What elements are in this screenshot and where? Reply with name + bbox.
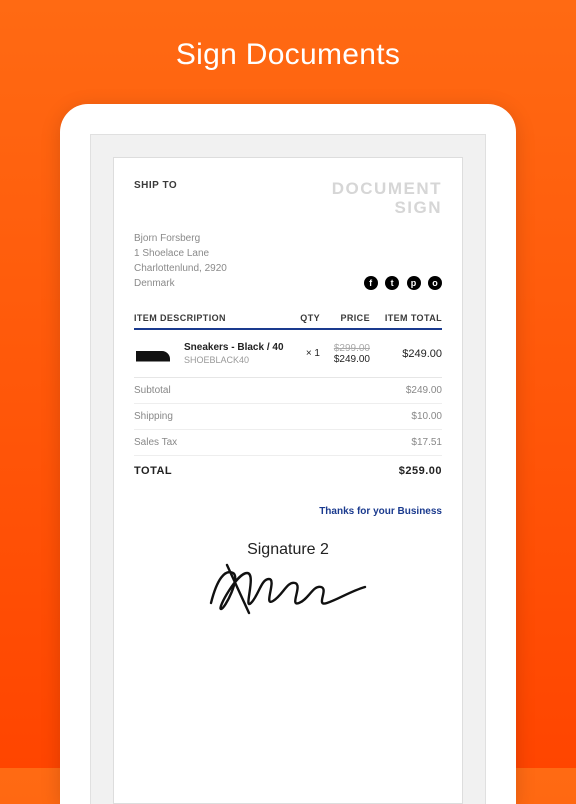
signature-image <box>203 563 373 617</box>
address-line2: Charlottenlund, 2920 <box>134 261 227 276</box>
address-name: Bjorn Forsberg <box>134 231 227 246</box>
header-description: ITEM DESCRIPTION <box>134 313 284 323</box>
social-icons: f t p o <box>361 273 442 291</box>
shipping-address: Bjorn Forsberg 1 Shoelace Lane Charlotte… <box>134 231 227 291</box>
document-sign-watermark: DOCUMENT SIGN <box>332 180 442 217</box>
watermark-line1: DOCUMENT <box>332 180 442 199</box>
facebook-icon[interactable]: f <box>364 276 378 290</box>
subtotal-row: Subtotal $249.00 <box>134 378 442 404</box>
product-thumbnail <box>134 343 174 365</box>
tablet-screen: SHIP TO DOCUMENT SIGN Bjorn Forsberg 1 S… <box>90 134 486 804</box>
header-item-total: ITEM TOTAL <box>370 313 442 323</box>
item-line-total: $249.00 <box>370 348 442 360</box>
price-current: $249.00 <box>320 354 370 365</box>
address-country: Denmark <box>134 276 227 291</box>
invoice-document: SHIP TO DOCUMENT SIGN Bjorn Forsberg 1 S… <box>113 157 463 804</box>
item-title: Sneakers - Black / 40 <box>184 342 284 353</box>
instagram-icon[interactable]: o <box>428 276 442 290</box>
shipping-value: $10.00 <box>411 411 442 422</box>
tablet-frame: SHIP TO DOCUMENT SIGN Bjorn Forsberg 1 S… <box>60 104 516 804</box>
address-line1: 1 Shoelace Lane <box>134 246 227 261</box>
header-qty: QTY <box>284 313 320 323</box>
subtotal-value: $249.00 <box>406 385 442 396</box>
total-value: $259.00 <box>399 465 442 477</box>
item-qty: × 1 <box>284 348 320 359</box>
tax-label: Sales Tax <box>134 437 177 448</box>
tax-value: $17.51 <box>411 437 442 448</box>
shoe-icon <box>136 351 170 365</box>
subtotal-label: Subtotal <box>134 385 171 396</box>
thanks-message: Thanks for your Business <box>134 506 442 517</box>
line-item-row: Sneakers - Black / 40 SHOEBLACK40 × 1 $2… <box>134 330 442 378</box>
signature-label: Signature 2 <box>134 541 442 559</box>
items-table-header: ITEM DESCRIPTION QTY PRICE ITEM TOTAL <box>134 313 442 330</box>
twitter-icon[interactable]: t <box>385 276 399 290</box>
tax-row: Sales Tax $17.51 <box>134 430 442 456</box>
shipping-label: Shipping <box>134 411 173 422</box>
item-sku: SHOEBLACK40 <box>184 355 284 365</box>
watermark-line2: SIGN <box>332 199 442 218</box>
hero-title: Sign Documents <box>0 0 576 104</box>
item-price: $299.00 $249.00 <box>320 343 370 365</box>
ship-to-label: SHIP TO <box>134 180 177 191</box>
shipping-row: Shipping $10.00 <box>134 404 442 430</box>
total-label: TOTAL <box>134 465 172 477</box>
total-row: TOTAL $259.00 <box>134 456 442 486</box>
pinterest-icon[interactable]: p <box>407 276 421 290</box>
header-price: PRICE <box>320 313 370 323</box>
price-original: $299.00 <box>320 343 370 354</box>
